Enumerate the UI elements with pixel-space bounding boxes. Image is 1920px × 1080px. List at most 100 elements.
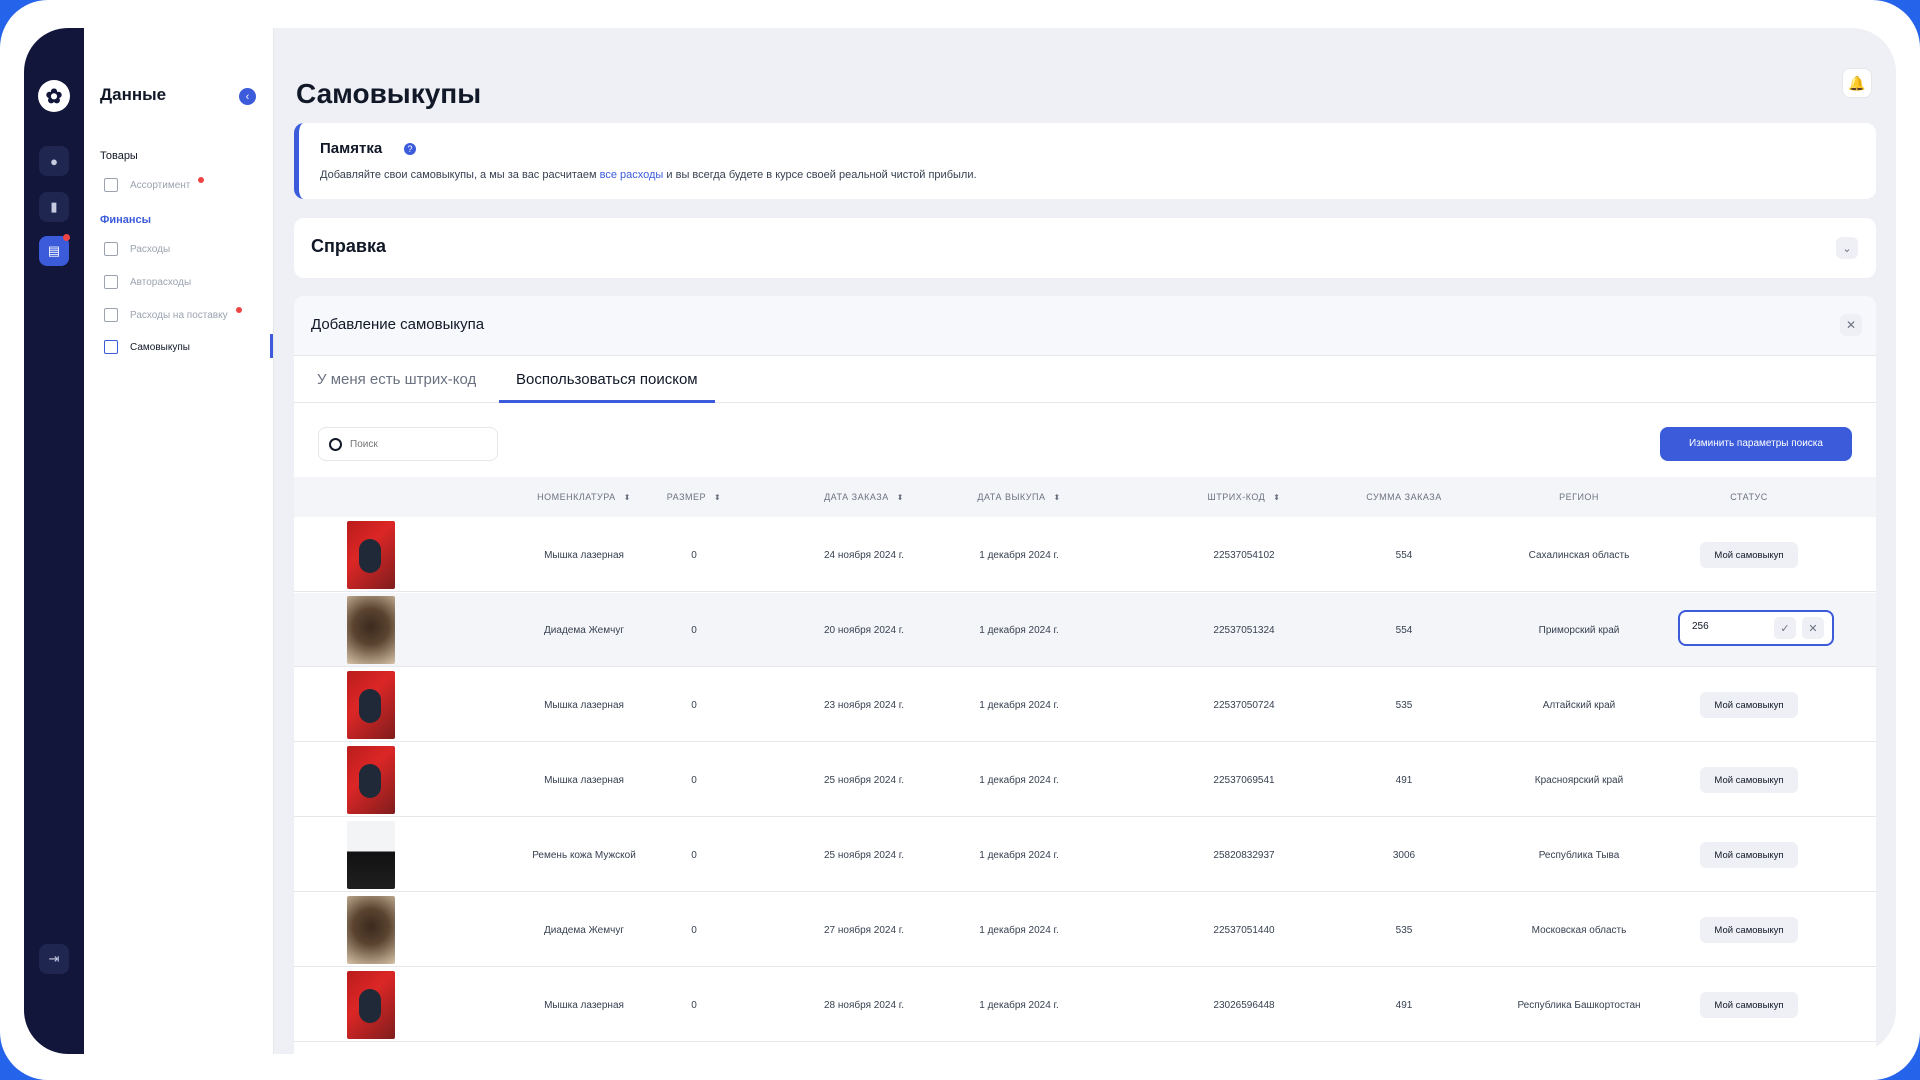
cell-buy-date: 1 декабря 2024 г. xyxy=(979,699,1059,711)
search-box[interactable] xyxy=(318,427,498,461)
cell-size: 0 xyxy=(691,549,697,561)
close-icon[interactable]: ✕ xyxy=(1802,617,1824,639)
cell-sum: 535 xyxy=(1395,699,1413,711)
table-row[interactable]: Мышка лазерная 0 24 ноября 2024 г. 1 декабр… xyxy=(294,518,1876,592)
cell-size: 0 xyxy=(691,924,697,936)
table-row[interactable]: Мышка лазерная 0 23 ноября 2024 г. 1 декабр… xyxy=(294,668,1876,742)
cell-sum: 554 xyxy=(1395,549,1413,561)
cell-barcode: 22537051440 xyxy=(1213,924,1275,936)
cell-region: Республика Башкортостан xyxy=(1517,999,1641,1011)
sidebar-item-supply-expenses[interactable]: Расходы на поставку xyxy=(104,307,242,322)
cell-region: Сахалинская область xyxy=(1528,549,1630,561)
panel-header: Добавление самовыкупа ✕ xyxy=(294,296,1876,356)
table-header: НОМЕНКЛАТУРА ⬍ РАЗМЕР ⬍ ДАТА ЗАКАЗА ⬍ ДАТА … xyxy=(294,477,1876,517)
logout-icon[interactable]: ⇥ xyxy=(39,944,69,974)
chevron-down-icon[interactable]: ⌄ xyxy=(1836,237,1858,259)
cell-region: Красноярский край xyxy=(1534,774,1624,786)
my-self-purchase-button[interactable]: Мой самовыкуп xyxy=(1700,542,1798,568)
sidebar-item-assortment[interactable]: Ассортимент xyxy=(104,177,205,192)
column-header: СУММА ЗАКАЗА xyxy=(1366,492,1442,502)
sidebar-item-expenses[interactable]: Расходы xyxy=(104,242,170,256)
help-accordion[interactable]: Справка ⌄ xyxy=(294,218,1876,278)
table-row[interactable]: Мышка лазерная 0 28 ноября 2024 г. 1 декабр… xyxy=(294,968,1876,1042)
cell-size: 0 xyxy=(691,774,697,786)
cell-sum: 3006 xyxy=(1392,849,1416,861)
search-icon xyxy=(329,437,342,451)
cell-status: Мой самовыкуп xyxy=(1669,968,1829,1042)
cell-region: Алтайский край xyxy=(1542,699,1616,711)
status-edit-box[interactable]: ✓✕ xyxy=(1678,610,1834,646)
cell-size: 0 xyxy=(691,849,697,861)
my-self-purchase-button[interactable]: Мой самовыкуп xyxy=(1700,992,1798,1018)
cell-sum: 535 xyxy=(1395,924,1413,936)
sort-icon: ⬍ xyxy=(1273,493,1281,502)
app-window: ✿ ● ▮ ▤ ⇥ Данные ‹ Товары Ассортимент Фи… xyxy=(24,28,1896,1054)
cell-size: 0 xyxy=(691,999,697,1011)
sidebar-item-self-purchases[interactable]: Самовыкупы xyxy=(104,340,190,354)
table-row[interactable]: Ремень кожа Мужской 0 25 ноября 2024 г. 1 д… xyxy=(294,818,1876,892)
bell-icon[interactable]: 🔔 xyxy=(1842,68,1872,98)
tab-barcode[interactable]: У меня есть штрих-код xyxy=(300,357,493,403)
column-header: СТАТУС xyxy=(1730,492,1768,502)
table-row[interactable]: Диадема Жемчуг 0 20 ноября 2024 г. 1 декабр… xyxy=(294,593,1876,667)
column-header: РЕГИОН xyxy=(1559,492,1599,502)
status-edit-input[interactable] xyxy=(1692,621,1772,632)
my-self-purchase-button[interactable]: Мой самовыкуп xyxy=(1700,692,1798,718)
cell-buy-date: 1 декабря 2024 г. xyxy=(979,624,1059,636)
cell-barcode: 22537054102 xyxy=(1213,549,1275,561)
cell-status: Мой самовыкуп xyxy=(1669,518,1829,592)
product-thumbnail xyxy=(347,896,395,964)
sidebar-item-label: Самовыкупы xyxy=(130,341,190,353)
table-row[interactable]: Диадема Жемчуг 0 27 ноября 2024 г. 1 декабр… xyxy=(294,893,1876,967)
logo-icon[interactable]: ✿ xyxy=(38,80,70,112)
column-header[interactable]: ШТРИХ-КОД ⬍ xyxy=(1134,477,1354,517)
sidebar-group-finance: Финансы xyxy=(100,214,152,226)
cell-barcode: 22537050724 xyxy=(1213,699,1275,711)
sidebar-item-label: Авторасходы xyxy=(130,276,192,288)
sidebar-group-goods: Товары xyxy=(100,150,138,162)
product-thumbnail xyxy=(347,971,395,1039)
cell-barcode: 23026596448 xyxy=(1213,999,1275,1011)
memo-card: Памятка ? Добавляйте свои самовыкупы, а … xyxy=(294,123,1876,199)
analytics-icon[interactable]: ▮ xyxy=(39,192,69,222)
my-self-purchase-button[interactable]: Мой самовыкуп xyxy=(1700,842,1798,868)
tab-search[interactable]: Воспользоваться поиском xyxy=(499,357,715,403)
question-icon[interactable]: ? xyxy=(404,143,416,155)
document-icon xyxy=(104,275,118,289)
search-input[interactable] xyxy=(350,438,480,450)
expenses-link[interactable]: все расходы xyxy=(600,169,664,181)
cell-buy-date: 1 декабря 2024 г. xyxy=(979,999,1059,1011)
wallet-icon xyxy=(104,242,118,256)
sidebar-item-label: Расходы xyxy=(130,243,171,255)
page-title: Самовыкупы xyxy=(296,78,482,109)
tabs: У меня есть штрих-код Воспользоваться по… xyxy=(294,357,1876,403)
clipboard-icon xyxy=(104,340,118,354)
product-thumbnail xyxy=(347,671,395,739)
my-self-purchase-button[interactable]: Мой самовыкуп xyxy=(1700,767,1798,793)
table-row[interactable]: Мышка лазерная 0 25 ноября 2024 г. 1 декабр… xyxy=(294,743,1876,817)
icon-rail: ✿ ● ▮ ▤ ⇥ xyxy=(24,28,84,1054)
memo-text: Добавляйте свои самовыкупы, а мы за вас … xyxy=(320,169,977,181)
cell-sum: 491 xyxy=(1395,774,1413,786)
check-icon[interactable]: ✓ xyxy=(1774,617,1796,639)
close-icon[interactable]: ✕ xyxy=(1840,314,1862,336)
change-search-params-button[interactable]: Изминить параметры поиска xyxy=(1660,427,1852,461)
product-thumbnail xyxy=(347,821,395,889)
sort-icon: ⬍ xyxy=(714,493,722,502)
sort-icon: ⬍ xyxy=(1053,493,1061,502)
sidebar-item-label: Ассортимент xyxy=(130,179,191,191)
cell-buy-date: 1 декабря 2024 г. xyxy=(979,774,1059,786)
column-header[interactable]: РАЗМЕР ⬍ xyxy=(614,477,774,517)
profile-icon[interactable]: ● xyxy=(39,146,69,176)
column-header[interactable]: ДАТА ВЫКУПА ⬍ xyxy=(924,477,1114,517)
collapse-icon[interactable]: ‹ xyxy=(239,88,256,105)
main-content: Самовыкупы 🔔 Памятка ? Добавляйте свои с… xyxy=(274,28,1896,1054)
cell-sum: 554 xyxy=(1395,624,1413,636)
sidebar-item-auto-expenses[interactable]: Авторасходы xyxy=(104,275,191,289)
window-frame: ✿ ● ▮ ▤ ⇥ Данные ‹ Товары Ассортимент Фи… xyxy=(0,0,1920,1080)
notification-dot xyxy=(63,234,70,241)
cell-barcode: 25820832937 xyxy=(1213,849,1275,861)
my-self-purchase-button[interactable]: Мой самовыкуп xyxy=(1700,917,1798,943)
cell-status: Мой самовыкуп xyxy=(1669,668,1829,742)
notification-dot xyxy=(235,307,242,313)
